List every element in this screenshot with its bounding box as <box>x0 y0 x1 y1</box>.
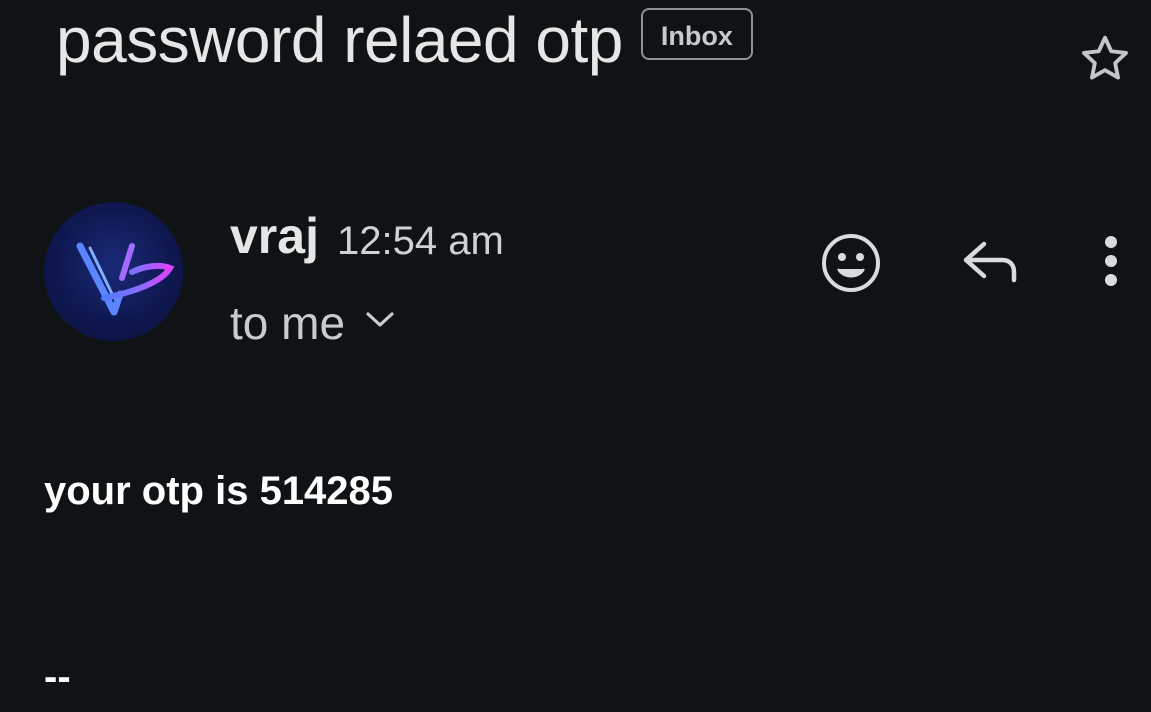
sent-time: 12:54 am <box>337 219 504 263</box>
add-reaction-button[interactable] <box>818 230 884 296</box>
chevron-down-icon <box>366 312 394 327</box>
more-options-button[interactable] <box>1092 232 1130 292</box>
subject-header: password relaed otp Inbox <box>56 4 753 76</box>
reply-button[interactable] <box>958 232 1024 292</box>
sender-name[interactable]: vraj <box>230 206 319 266</box>
vraj-logo-icon <box>76 242 175 316</box>
reply-icon <box>963 241 1017 283</box>
email-subject: password relaed otp <box>56 4 623 76</box>
recipients-label: to me <box>230 297 346 349</box>
more-vert-icon <box>1105 236 1117 286</box>
star-icon <box>1082 35 1128 80</box>
signature-separator: -- <box>44 655 71 699</box>
email-view: password relaed otp Inbox vraj 12:54 am … <box>0 0 1151 712</box>
recipients-toggle[interactable]: to me <box>230 294 395 352</box>
emoji-icon <box>822 234 880 292</box>
email-body: your otp is 514285 <box>44 469 394 513</box>
inbox-label-chip[interactable]: Inbox <box>640 8 753 60</box>
sender-avatar[interactable] <box>44 202 183 341</box>
star-button[interactable] <box>1074 28 1136 90</box>
